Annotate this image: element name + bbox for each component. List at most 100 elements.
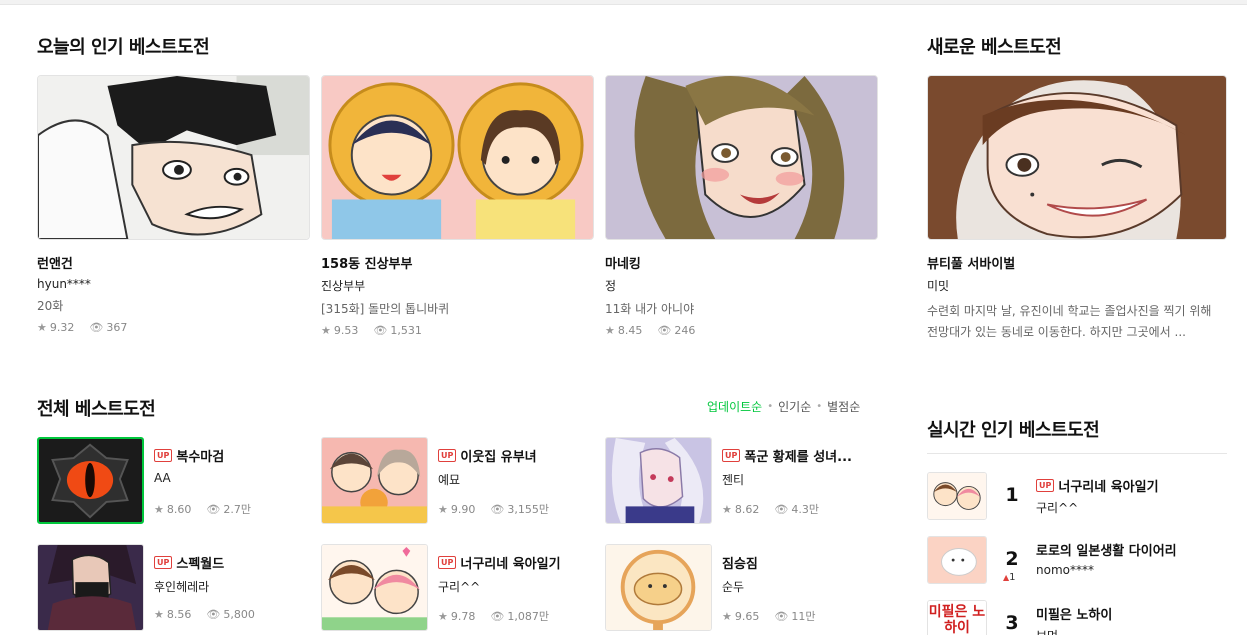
comic-thumbnail[interactable]: [321, 544, 428, 631]
comic-thumbnail[interactable]: [605, 437, 712, 524]
eye-icon: 👁: [89, 321, 104, 334]
comic-stats: ★ 9.78 👁 1,087만: [438, 608, 549, 624]
comic-stats: ★ 8.60 👁 2.7만: [154, 501, 251, 517]
comic-stats: ★ 8.45 👁 246: [605, 324, 878, 337]
eye-icon: 👁: [490, 502, 505, 516]
star-icon: ★: [154, 608, 164, 621]
comic-episode: 20화: [37, 299, 64, 313]
popular-card[interactable]: 마네킹 정 11화 내가 아니야 ★ 8.45 👁 246: [605, 75, 878, 337]
comic-title[interactable]: 스펙월드: [176, 553, 224, 572]
separator-dot: •: [767, 401, 774, 412]
comic-episode: 11화 내가 아니야: [605, 302, 695, 316]
comic-author: hyun****: [37, 277, 91, 291]
views: 367: [106, 321, 128, 334]
comic-episode: [315화] 돌만의 톱니바퀴: [321, 302, 450, 316]
comic-thumbnail[interactable]: [321, 437, 428, 524]
comic-stats: ★ 9.90 👁 3,155만: [438, 501, 549, 517]
rank-number: 3: [1005, 612, 1019, 634]
comic-stats: ★ 9.53 👁 1,531: [321, 324, 594, 337]
views: 11만: [791, 610, 816, 623]
ranking-item[interactable]: 2 ▲1 로로의 일본생활 다이어리 nomo****: [927, 536, 1227, 586]
comic-title[interactable]: 짐승짐: [722, 553, 758, 572]
ranking-item[interactable]: 미필은 노하이 3 ▲1 미필은 노하이 보며: [927, 600, 1227, 635]
views: 5,800: [223, 608, 255, 621]
comic-stats: ★ 8.62 👁 4.3만: [722, 501, 819, 517]
eye-icon: 👁: [206, 608, 221, 621]
eye-icon: 👁: [490, 609, 505, 623]
up-badge: UP: [438, 556, 457, 569]
star-icon: ★: [438, 609, 448, 623]
comic-description: 수련회 마지막 날, 유진이네 학교는 졸업사진을 찍기 위해 전망대가 있는 …: [927, 304, 1212, 339]
separator-dot: •: [816, 401, 823, 412]
list-item[interactable]: UP 스펙월드 후인헤레라 ★ 8.56 👁 5,800: [37, 544, 307, 632]
comic-thumbnail[interactable]: [605, 75, 878, 240]
rank-number: 2: [1005, 548, 1019, 570]
popular-section-title: 오늘의 인기 베스트도전: [37, 37, 210, 58]
comic-author: 순두: [722, 580, 745, 594]
comic-title[interactable]: 복수마검: [176, 446, 224, 465]
views: 3,155만: [507, 503, 549, 516]
comic-author: 미밋: [927, 279, 950, 293]
comic-stats: ★ 9.65 👁 11만: [722, 608, 815, 624]
comic-title[interactable]: 너구리네 육아일기: [460, 553, 560, 572]
comic-author: nomo****: [1036, 563, 1094, 577]
comic-stats: ★ 9.32 👁 367: [37, 321, 310, 334]
comic-author: 구리^^: [438, 580, 481, 594]
rating: 8.56: [166, 608, 192, 621]
list-item[interactable]: UP 폭군 황제를 성녀... 젠티 ★ 8.62 👁 4.3만: [605, 437, 875, 525]
rank-change: ▲1: [1003, 572, 1016, 583]
comic-thumbnail[interactable]: [37, 544, 144, 631]
eye-icon: 👁: [774, 502, 789, 516]
star-icon: ★: [321, 324, 331, 337]
comic-title[interactable]: 이웃집 유부녀: [460, 446, 536, 465]
comic-title[interactable]: 마네킹: [605, 253, 878, 272]
comic-thumbnail[interactable]: [605, 544, 712, 631]
comic-title[interactable]: 너구리네 육아일기: [1058, 476, 1158, 495]
list-item[interactable]: UP 너구리네 육아일기 구리^^ ★ 9.78 👁 1,087만: [321, 544, 591, 632]
eye-icon: 👁: [206, 502, 221, 516]
all-section-title: 전체 베스트도전: [37, 399, 156, 420]
ranking-divider: [927, 453, 1227, 454]
new-comic-card[interactable]: 뷰티풀 서바이벌 미밋 수련회 마지막 날, 유진이네 학교는 졸업사진을 찍기…: [927, 75, 1227, 343]
comic-thumbnail[interactable]: [927, 536, 987, 584]
list-item[interactable]: UP 복수마검 AA ★ 8.60 👁 2.7만: [37, 437, 307, 525]
rating: 8.45: [617, 324, 643, 337]
comic-title[interactable]: 로로의 일본생활 다이어리: [1036, 540, 1177, 559]
comic-thumbnail[interactable]: [37, 437, 144, 524]
rating: 9.65: [734, 609, 760, 623]
comic-thumbnail[interactable]: [927, 75, 1227, 240]
list-item[interactable]: UP 이웃집 유부녀 예묘 ★ 9.90 👁 3,155만: [321, 437, 591, 525]
comic-title[interactable]: 폭군 황제를 성녀...: [744, 446, 852, 465]
comic-author: 예묘: [438, 473, 461, 487]
eye-icon: 👁: [657, 324, 672, 337]
comic-author: 구리^^: [1036, 501, 1079, 515]
comic-thumbnail[interactable]: [37, 75, 310, 240]
rating: 9.90: [450, 502, 476, 516]
comic-author: 젠티: [722, 473, 745, 487]
new-section-title: 새로운 베스트도전: [927, 37, 1062, 58]
realtime-section-title: 실시간 인기 베스트도전: [927, 420, 1100, 441]
sort-rating[interactable]: 별점순: [827, 398, 860, 415]
comic-thumbnail[interactable]: 미필은 노하이: [927, 600, 987, 635]
sort-update[interactable]: 업데이트순: [707, 398, 762, 415]
views: 1,087만: [507, 610, 549, 623]
rating: 9.53: [333, 324, 359, 337]
comic-title[interactable]: 미필은 노하이: [1036, 604, 1112, 623]
popular-card[interactable]: 158동 진상부부 진상부부 [315화] 돌만의 톱니바퀴 ★ 9.53 👁 1,…: [321, 75, 594, 337]
top-border: [0, 0, 1247, 5]
comic-title[interactable]: 런앤건: [37, 253, 310, 272]
star-icon: ★: [722, 609, 732, 623]
comic-thumbnail[interactable]: [321, 75, 594, 240]
popular-card[interactable]: 런앤건 hyun**** 20화 ★ 9.32 👁 367: [37, 75, 310, 334]
sort-popular[interactable]: 인기순: [778, 398, 811, 415]
rating: 8.62: [734, 502, 760, 516]
comic-author: 후인헤레라: [154, 580, 210, 594]
star-icon: ★: [438, 502, 448, 516]
list-item[interactable]: 짐승짐 순두 ★ 9.65 👁 11만: [605, 544, 875, 632]
ranking-item[interactable]: 1 UP 너구리네 육아일기 구리^^: [927, 472, 1227, 522]
comic-title[interactable]: 158동 진상부부: [321, 253, 594, 272]
up-badge: UP: [154, 556, 173, 569]
comic-title[interactable]: 뷰티풀 서바이벌: [927, 253, 1227, 272]
star-icon: ★: [722, 502, 732, 516]
comic-thumbnail[interactable]: [927, 472, 987, 520]
